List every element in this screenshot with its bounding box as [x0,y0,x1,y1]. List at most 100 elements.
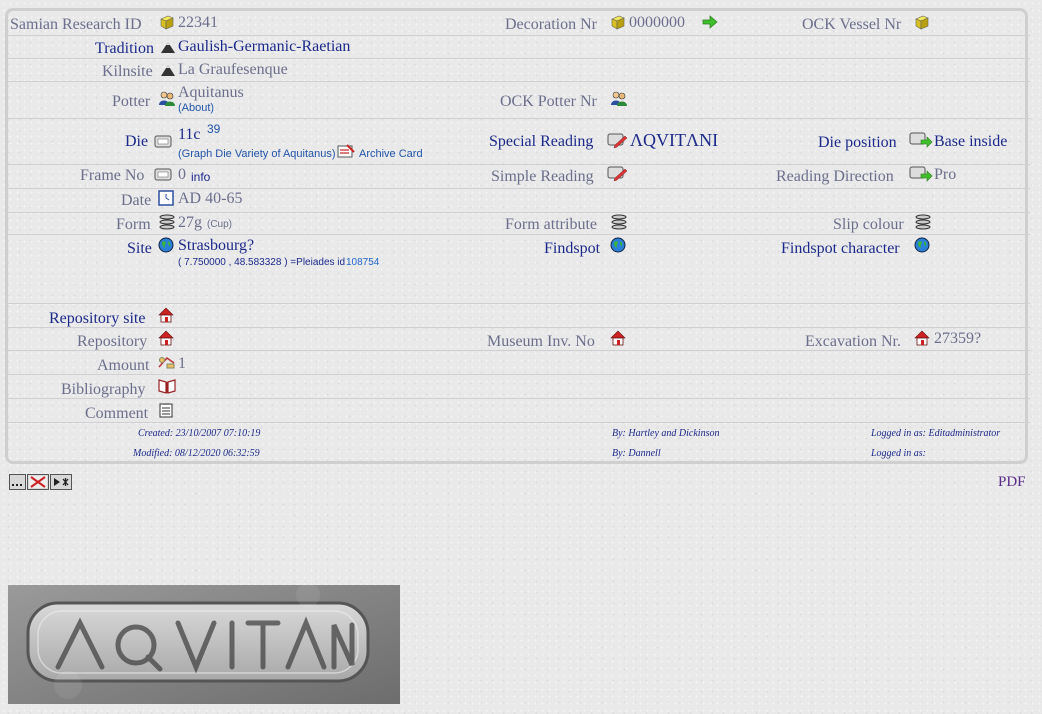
globe-icon[interactable] [610,237,626,253]
book-icon[interactable] [158,378,176,394]
date-value: AD 40-65 [178,190,243,207]
pdf-link[interactable]: PDF [998,474,1026,491]
decoration-label: Decoration Nr [505,16,597,33]
people-icon[interactable] [158,90,175,106]
house-icon[interactable] [914,330,930,346]
form-value[interactable]: 27g [178,214,202,232]
row-divider [8,164,1030,165]
repository-label: Repository [77,333,148,350]
simple-reading-label: Simple Reading [491,168,594,185]
row-divider [8,234,1030,235]
frame-label: Frame No [80,167,145,184]
slip-colour-label: Slip colour [833,216,904,233]
row-divider [8,118,1030,119]
people-icon[interactable] [610,90,627,106]
row-divider [8,422,1030,423]
modified-by: By: Dannell [612,448,661,459]
pottery-icon[interactable] [914,214,931,230]
die-value[interactable]: 11c [178,126,201,144]
pottery-icon[interactable] [158,214,175,230]
row-divider [8,81,1030,82]
delete-button[interactable] [27,474,49,490]
record-panel [5,8,1028,464]
form-label: Form [116,216,151,233]
modified-logged-in: Logged in as: [871,448,926,459]
potter-about-link[interactable]: (About) [178,102,214,114]
amount-value: 1 [178,355,186,372]
pleiades-id-link[interactable]: 108754 [346,257,379,268]
card-icon[interactable] [154,135,172,151]
row-divider [8,58,1030,59]
created-by: By: Hartley and Dickinson [612,428,720,439]
house-icon[interactable] [610,330,626,346]
house-icon[interactable] [158,307,174,323]
decoration-value: 0000000 [629,14,685,31]
created-timestamp: Created: 23/10/2007 07:10:19 [138,428,261,439]
potter-value[interactable]: Aquitanus [178,84,244,102]
row-divider [8,212,1030,213]
row-divider [8,303,1030,304]
gold-box-icon[interactable] [610,14,626,30]
row-divider [8,374,1030,375]
row-divider [8,327,1030,328]
frame-info-link[interactable]: info [191,170,210,184]
card-arrow-icon[interactable] [909,132,933,148]
museum-inv-label: Museum Inv. No [487,333,595,350]
die-position-label: Die position [818,134,897,151]
samian-id-label: Samian Research ID [10,16,142,33]
kilnsite-value[interactable]: La Graufesenque [178,61,288,79]
mountain-icon[interactable] [160,62,176,78]
card-icon[interactable] [154,168,172,184]
archive-card-icon[interactable] [337,143,355,159]
findspot-label: Findspot [544,240,601,257]
row-divider [8,398,1030,399]
die-superscript-link[interactable]: 39 [207,122,220,136]
die-label: Die [125,133,149,150]
findspot-character-label: Findspot character [781,240,900,257]
row-divider [8,35,1030,36]
tradition-label: Tradition [95,40,154,57]
frame-value: 0 [178,166,186,183]
calendar-icon[interactable] [158,190,174,206]
kilnsite-label: Kilnsite [102,63,153,80]
site-coordinates: ( 7.750000 , 48.583328 ) =Pleiades id [178,257,346,268]
notepad-icon[interactable] [158,402,174,418]
arrow-right-icon[interactable] [702,15,718,31]
excavation-label: Excavation Nr. [805,333,901,350]
potter-label: Potter [112,93,151,110]
die-position-value: Base inside [934,133,1008,150]
created-logged-in: Logged in as: Editadministrator [871,428,1001,439]
coins-icon[interactable] [158,355,175,371]
date-label: Date [121,192,152,209]
row-divider [8,188,1030,189]
next-record-button[interactable] [50,474,72,490]
mountain-icon[interactable] [160,39,176,55]
special-reading-label: Special Reading [489,133,594,150]
die-variety-link[interactable]: (Graph Die Variety of Aquitanus) [178,148,336,160]
comment-label: Comment [85,405,149,422]
gold-box-icon[interactable] [159,14,175,30]
modified-timestamp: Modified: 08/12/2020 06:32:59 [133,448,260,459]
globe-icon[interactable] [914,237,930,253]
house-icon[interactable] [158,330,174,346]
more-button[interactable] [9,474,26,490]
repository-site-label: Repository site [49,310,146,327]
form-subtype: (Cup) [207,219,233,230]
reading-direction-label: Reading Direction [776,168,894,185]
amount-label: Amount [97,357,150,374]
pottery-icon[interactable] [610,214,627,230]
special-reading-value: ΛQVITΛNI [630,130,719,150]
form-attribute-label: Form attribute [505,216,597,233]
tradition-value[interactable]: Gaulish-Germanic-Raetian [178,38,350,56]
gold-box-icon[interactable] [914,14,930,30]
site-label: Site [127,240,152,257]
site-value[interactable]: Strasbourg? [178,237,254,255]
excavation-value: 27359? [934,330,982,347]
pencil-card-icon[interactable] [607,166,627,182]
bibliography-label: Bibliography [61,381,146,398]
card-arrow-icon[interactable] [909,166,933,182]
pencil-card-icon[interactable] [607,133,627,149]
globe-icon[interactable] [158,237,174,253]
ock-vessel-label: OCK Vessel Nr [802,16,902,33]
archive-card-link[interactable]: Archive Card [359,148,423,160]
